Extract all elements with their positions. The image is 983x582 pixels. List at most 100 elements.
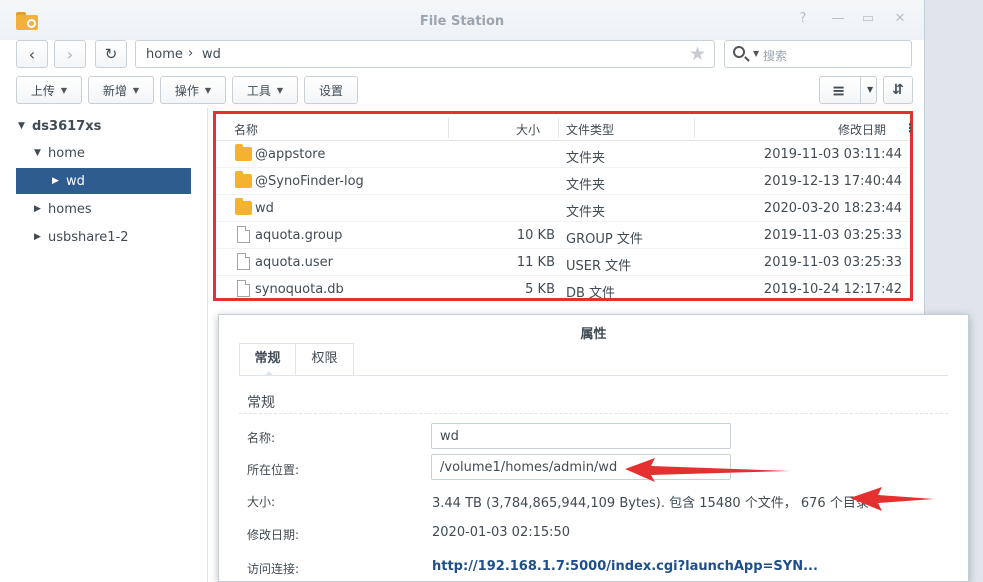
size-label: 大小:	[247, 495, 276, 509]
close-icon[interactable]: ✕	[891, 11, 909, 26]
link-label: 访问连接:	[247, 562, 300, 576]
forward-button[interactable]: ›	[54, 40, 86, 68]
settings-label: 设置	[318, 83, 343, 98]
tree-item-wd[interactable]: ▶ wd	[16, 168, 191, 194]
column-date[interactable]: 修改日期	[838, 121, 886, 138]
name-value: wd	[440, 429, 459, 444]
file-icon	[237, 226, 250, 243]
name-label: 名称:	[247, 431, 276, 445]
refresh-button[interactable]: ↻	[95, 40, 127, 68]
title-bar: File Station ? — ▭ ✕	[0, 0, 924, 40]
window-title: File Station	[419, 14, 505, 29]
column-name[interactable]: 名称	[234, 121, 258, 138]
folder-icon	[235, 144, 252, 161]
access-link[interactable]: http://192.168.1.7:5000/index.cgi?launch…	[432, 559, 818, 574]
file-date: 2019-11-03 03:25:33	[763, 228, 902, 243]
back-button[interactable]: ‹	[16, 40, 48, 68]
table-row[interactable]: aquota.group 10 KB GROUP 文件 2019-11-03 0…	[216, 222, 910, 249]
tab-permissions[interactable]: 权限	[296, 343, 354, 375]
table-row[interactable]: wd 文件夹 2020-03-20 18:23:44	[216, 195, 910, 222]
file-name: wd	[255, 201, 274, 216]
size-value: 3.44 TB (3,784,865,944,109 Bytes). 包含 15…	[432, 496, 869, 511]
file-date: 2019-12-13 17:40:44	[763, 174, 902, 189]
star-icon[interactable]: ★	[689, 43, 706, 65]
table-row[interactable]: @SynoFinder-log 文件夹 2019-12-13 17:40:44	[216, 168, 910, 195]
search-icon	[733, 46, 745, 58]
sort-button[interactable]: ⇵	[883, 76, 913, 104]
file-name: aquota.group	[255, 228, 343, 243]
location-label: 所在位置:	[247, 463, 300, 477]
caret-down-icon: ▼	[276, 85, 284, 95]
location-value: /volume1/homes/admin/wd	[440, 460, 618, 475]
chevron-right-icon: ›	[188, 46, 194, 61]
file-size: 11 KB	[516, 255, 555, 270]
address-bar[interactable]: home › wd ★	[135, 40, 715, 68]
caret-down-icon[interactable]: ▼	[753, 49, 759, 58]
tree-root-label: ds3617xs	[32, 118, 102, 134]
file-type: 文件夹	[566, 205, 606, 220]
section-title: 常规	[247, 395, 275, 411]
caret-down-icon: ▼	[60, 85, 68, 95]
table-row[interactable]: synoquota.db 5 KB DB 文件 2019-10-24 12:17…	[216, 276, 910, 303]
file-type: GROUP 文件	[566, 232, 643, 247]
settings-button[interactable]: 设置	[304, 76, 358, 104]
breadcrumb-current[interactable]: wd	[202, 47, 221, 62]
folder-icon	[235, 171, 252, 188]
file-name: aquota.user	[255, 255, 333, 270]
list-view-icon: ≡	[832, 80, 846, 100]
caret-right-icon[interactable]: ▶	[34, 204, 48, 214]
column-menu-icon[interactable]: ⋮	[904, 121, 916, 135]
folder-icon	[235, 198, 252, 215]
name-field[interactable]: wd	[431, 423, 731, 449]
breadcrumb-home[interactable]: home	[146, 47, 183, 62]
caret-down-icon: ▼	[860, 77, 873, 103]
tree-root[interactable]: ▼ ds3617xs	[18, 113, 101, 139]
upload-label: 上传	[30, 83, 55, 98]
new-button[interactable]: 新增 ▼	[88, 76, 154, 104]
folder-tree: ▼ ds3617xs ▼ home ▶ wd ▶ homes ▶ usbshar…	[0, 108, 208, 582]
sort-icon: ⇵	[892, 82, 904, 98]
action-label: 操作	[174, 83, 199, 98]
table-row[interactable]: @appstore 文件夹 2019-11-03 03:11:44	[216, 141, 910, 168]
tree-item-usbshare[interactable]: ▶ usbshare1-2	[34, 224, 129, 250]
annotation-arrow-icon	[850, 487, 934, 511]
column-size[interactable]: 大小	[516, 121, 540, 138]
file-icon	[237, 280, 250, 297]
file-date: 2019-10-24 12:17:42	[763, 282, 902, 297]
caret-down-icon: ▼	[204, 85, 212, 95]
annotation-arrow-icon	[625, 458, 790, 482]
table-row[interactable]: aquota.user 11 KB USER 文件 2019-11-03 03:…	[216, 249, 910, 276]
tree-item-label: wd	[66, 173, 85, 189]
file-type: USER 文件	[566, 259, 632, 274]
dialog-title: 属性	[580, 327, 607, 342]
minimize-icon[interactable]: —	[829, 11, 847, 26]
help-icon[interactable]: ?	[794, 11, 812, 26]
file-type: DB 文件	[566, 286, 616, 301]
file-date: 2019-11-03 03:11:44	[763, 147, 902, 162]
tree-item-label: usbshare1-2	[48, 229, 129, 245]
tree-item-homes[interactable]: ▶ homes	[34, 196, 92, 222]
file-list-header: 名称 大小 文件类型 修改日期 ⋮	[216, 114, 916, 141]
caret-down-icon[interactable]: ▼	[18, 121, 32, 131]
caret-right-icon[interactable]: ▶	[52, 176, 66, 186]
caret-right-icon[interactable]: ▶	[34, 232, 48, 242]
action-button[interactable]: 操作 ▼	[160, 76, 226, 104]
column-type[interactable]: 文件类型	[566, 121, 614, 138]
maximize-icon[interactable]: ▭	[859, 11, 877, 26]
tab-general[interactable]: 常规	[239, 343, 296, 376]
new-label: 新增	[102, 83, 127, 98]
caret-down-icon[interactable]: ▼	[34, 148, 48, 158]
upload-button[interactable]: 上传 ▼	[16, 76, 82, 104]
tools-button[interactable]: 工具 ▼	[232, 76, 298, 104]
file-type: 文件夹	[566, 151, 606, 166]
tree-item-home[interactable]: ▼ home	[34, 140, 85, 166]
tree-item-label: homes	[48, 201, 92, 217]
caret-down-icon: ▼	[132, 85, 140, 95]
file-size: 5 KB	[525, 282, 555, 297]
search-placeholder: 搜索	[763, 49, 788, 63]
view-mode-button[interactable]: ≡ ▼	[819, 76, 877, 104]
chevron-right-icon: ›	[66, 44, 74, 64]
modified-value: 2020-01-03 02:15:50	[432, 525, 571, 540]
search-input[interactable]: ▼ 搜索	[724, 40, 912, 68]
refresh-icon: ↻	[104, 45, 118, 63]
